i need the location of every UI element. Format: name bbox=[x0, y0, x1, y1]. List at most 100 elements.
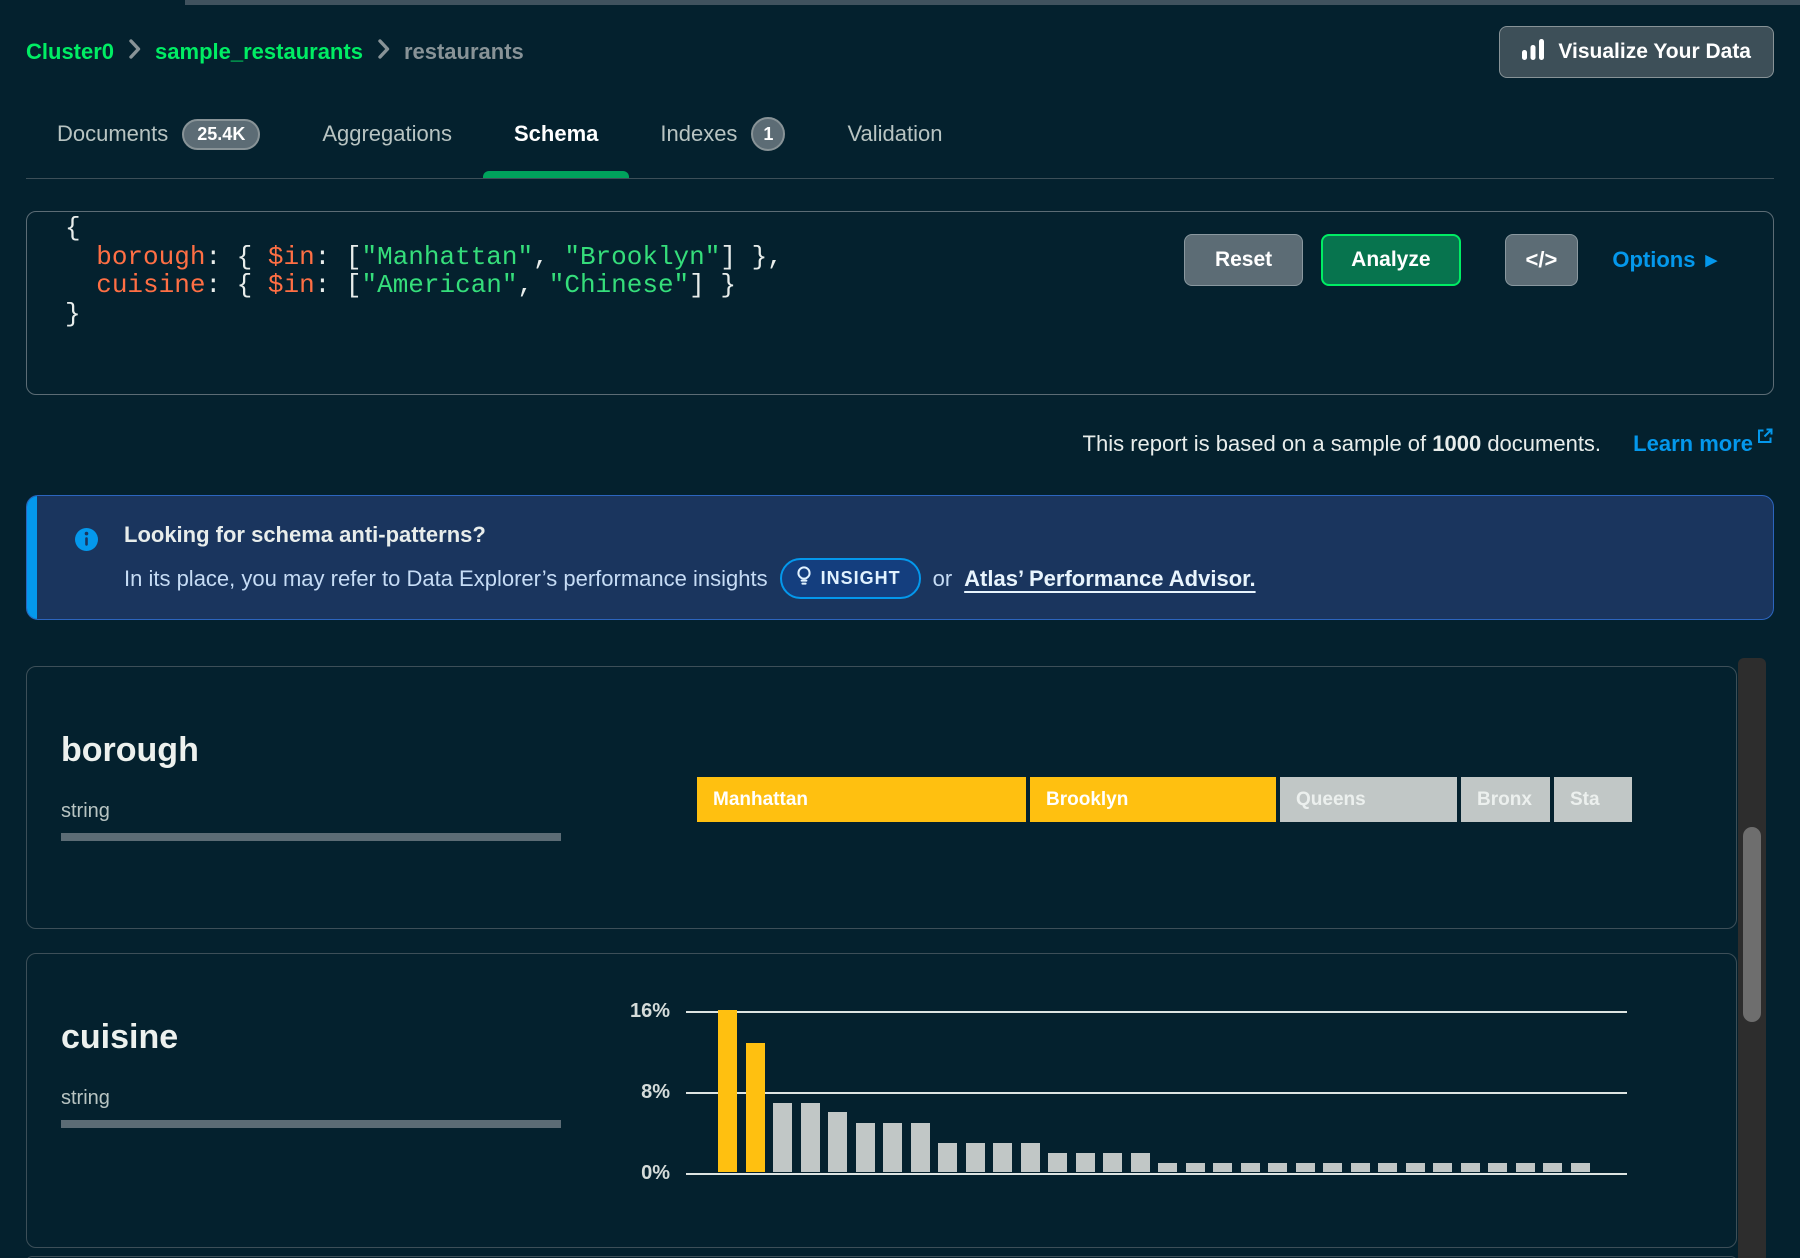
query-actions: Reset Analyze </> Options ▶ bbox=[1184, 234, 1717, 286]
options-link[interactable]: Options ▶ bbox=[1612, 247, 1717, 273]
options-expand-arrow-icon: ▶ bbox=[1705, 253, 1717, 268]
cuisine-bar-10[interactable] bbox=[966, 1143, 985, 1172]
lightbulb-icon bbox=[796, 565, 812, 592]
breadcrumb-cluster[interactable]: Cluster0 bbox=[26, 39, 114, 65]
tab-schema-label: Schema bbox=[514, 121, 598, 147]
cuisine-bar-25[interactable] bbox=[1378, 1163, 1397, 1172]
sample-report-line: This report is based on a sample of 1000… bbox=[26, 425, 1774, 459]
chevron-right-icon bbox=[128, 39, 141, 65]
reset-button[interactable]: Reset bbox=[1184, 234, 1303, 286]
cuisine-bar-6[interactable] bbox=[856, 1123, 875, 1172]
visualize-button-label: Visualize Your Data bbox=[1558, 40, 1751, 64]
cuisine-bar-28[interactable] bbox=[1461, 1163, 1480, 1172]
value-segment-manhattan[interactable]: Manhattan bbox=[697, 777, 1026, 822]
cuisine-bar-4[interactable] bbox=[801, 1103, 820, 1172]
value-segment-queens[interactable]: Queens bbox=[1280, 777, 1457, 822]
learn-more-link[interactable]: Learn more bbox=[1633, 431, 1753, 456]
cuisine-bar-9[interactable] bbox=[938, 1143, 957, 1172]
main-content: Cluster0 sample_restaurants restaurants … bbox=[0, 0, 1800, 1258]
tab-indexes[interactable]: Indexes 1 bbox=[629, 102, 816, 178]
visualize-your-data-button[interactable]: Visualize Your Data bbox=[1499, 26, 1774, 78]
banner-body-text: In its place, you may refer to Data Expl… bbox=[124, 566, 768, 592]
cuisine-bar-24[interactable] bbox=[1351, 1163, 1370, 1172]
field-type-borough[interactable]: string bbox=[61, 800, 110, 823]
report-text-after: documents. bbox=[1481, 431, 1601, 456]
cuisine-bar-26[interactable] bbox=[1406, 1163, 1425, 1172]
cuisine-bar-15[interactable] bbox=[1103, 1153, 1122, 1172]
cuisine-bar-14[interactable] bbox=[1076, 1153, 1095, 1172]
collection-tabs: Documents 25.4K Aggregations Schema Inde… bbox=[26, 102, 1774, 179]
bar-chart-icon bbox=[1522, 39, 1545, 66]
report-sample-count: 1000 bbox=[1432, 431, 1481, 456]
cuisine-bar-22[interactable] bbox=[1296, 1163, 1315, 1172]
y-axis-tick-8: 8% bbox=[590, 1081, 670, 1104]
indexes-count-badge: 1 bbox=[751, 117, 785, 151]
value-segment-sta[interactable]: Sta bbox=[1554, 777, 1632, 822]
documents-count-badge: 25.4K bbox=[182, 119, 260, 150]
cuisine-bar-12[interactable] bbox=[1021, 1143, 1040, 1172]
borough-value-bar: ManhattanBrooklynQueensBronxSta bbox=[697, 777, 1736, 822]
tab-schema[interactable]: Schema bbox=[483, 102, 629, 178]
cuisine-bar-32[interactable] bbox=[1571, 1163, 1590, 1172]
performance-advisor-link[interactable]: Atlas’ Performance Advisor. bbox=[964, 566, 1255, 592]
code-toggle-button[interactable]: </> bbox=[1505, 234, 1579, 286]
cuisine-bar-17[interactable] bbox=[1158, 1163, 1177, 1172]
schema-antipatterns-banner: Looking for schema anti-patterns? In its… bbox=[26, 495, 1774, 620]
cuisine-bar-30[interactable] bbox=[1516, 1163, 1535, 1172]
cuisine-bar-11[interactable] bbox=[993, 1143, 1012, 1172]
cuisine-bar-8[interactable] bbox=[911, 1123, 930, 1172]
cuisine-bar-3[interactable] bbox=[773, 1103, 792, 1172]
banner-accent-stripe bbox=[27, 496, 37, 619]
field-card-cuisine: cuisine string 16% 8% 0% bbox=[26, 953, 1737, 1248]
type-distribution-bar[interactable] bbox=[61, 1120, 561, 1128]
y-axis-tick-0: 0% bbox=[590, 1162, 670, 1185]
field-card-borough: borough string ManhattanBrooklynQueensBr… bbox=[26, 666, 1737, 929]
banner-body: In its place, you may refer to Data Expl… bbox=[124, 558, 1256, 599]
cuisine-bars bbox=[718, 942, 1638, 1172]
field-type-cuisine[interactable]: string bbox=[61, 1087, 110, 1110]
breadcrumb: Cluster0 sample_restaurants restaurants bbox=[26, 39, 524, 65]
value-segment-bronx[interactable]: Bronx bbox=[1461, 777, 1550, 822]
gridline-0pct bbox=[686, 1173, 1627, 1175]
cuisine-bar-5[interactable] bbox=[828, 1112, 847, 1172]
insight-badge[interactable]: INSIGHT bbox=[780, 558, 921, 599]
schema-page: Cluster0 sample_restaurants restaurants … bbox=[0, 0, 1800, 1258]
insight-badge-label: INSIGHT bbox=[821, 568, 901, 589]
active-tab-underline bbox=[483, 171, 629, 178]
cuisine-bar-7[interactable] bbox=[883, 1123, 902, 1172]
cuisine-bar-1[interactable] bbox=[718, 1010, 737, 1172]
cuisine-bar-31[interactable] bbox=[1543, 1163, 1562, 1172]
vertical-scrollbar-track[interactable] bbox=[1738, 658, 1766, 1258]
cuisine-bar-20[interactable] bbox=[1241, 1163, 1260, 1172]
cuisine-bar-27[interactable] bbox=[1433, 1163, 1452, 1172]
cuisine-bar-18[interactable] bbox=[1186, 1163, 1205, 1172]
value-segment-brooklyn[interactable]: Brooklyn bbox=[1030, 777, 1276, 822]
cuisine-bar-21[interactable] bbox=[1268, 1163, 1287, 1172]
tab-aggregations[interactable]: Aggregations bbox=[291, 102, 483, 178]
vertical-scrollbar-thumb[interactable] bbox=[1743, 827, 1761, 1022]
options-label: Options bbox=[1612, 247, 1695, 273]
tab-aggregations-label: Aggregations bbox=[322, 121, 452, 147]
tab-validation-label: Validation bbox=[847, 121, 942, 147]
analyze-button[interactable]: Analyze bbox=[1321, 234, 1460, 286]
cuisine-bar-23[interactable] bbox=[1323, 1163, 1342, 1172]
breadcrumb-database[interactable]: sample_restaurants bbox=[155, 39, 363, 65]
tab-validation[interactable]: Validation bbox=[816, 102, 973, 178]
cuisine-bar-13[interactable] bbox=[1048, 1153, 1067, 1172]
cuisine-bar-19[interactable] bbox=[1213, 1163, 1232, 1172]
query-bar: { borough: { $in: ["Manhattan", "Brookly… bbox=[26, 211, 1774, 395]
cuisine-bar-29[interactable] bbox=[1488, 1163, 1507, 1172]
y-axis-tick-16: 16% bbox=[590, 1000, 670, 1023]
banner-title: Looking for schema anti-patterns? bbox=[124, 522, 486, 548]
type-distribution-bar[interactable] bbox=[61, 833, 561, 841]
report-text-before: This report is based on a sample of bbox=[1083, 431, 1433, 456]
tab-documents[interactable]: Documents 25.4K bbox=[26, 102, 291, 178]
banner-or-text: or bbox=[933, 566, 953, 592]
cuisine-bar-2[interactable] bbox=[746, 1043, 765, 1172]
header-row: Cluster0 sample_restaurants restaurants … bbox=[26, 26, 1774, 78]
tab-indexes-label: Indexes bbox=[660, 121, 737, 147]
field-name-cuisine: cuisine bbox=[61, 1018, 178, 1057]
chevron-right-icon bbox=[377, 39, 390, 65]
field-name-borough: borough bbox=[61, 731, 199, 770]
cuisine-bar-16[interactable] bbox=[1131, 1153, 1150, 1172]
